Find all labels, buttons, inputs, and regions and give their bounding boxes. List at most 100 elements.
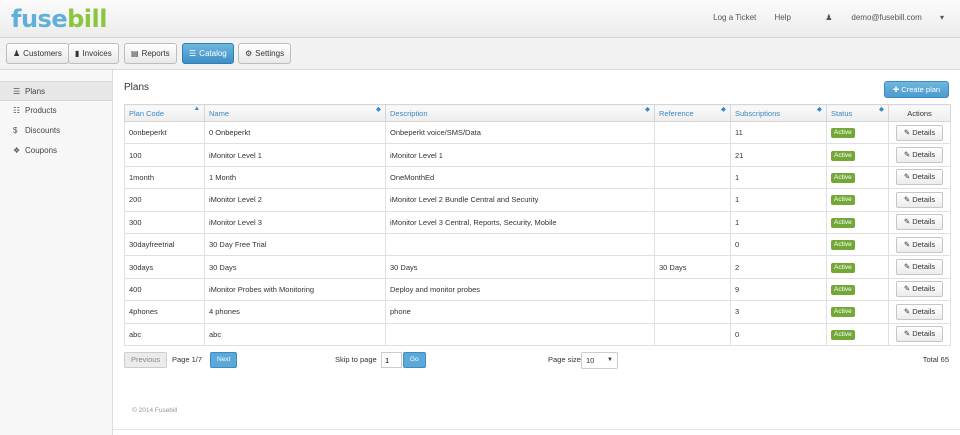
plan-name-cell: iMonitor Level 1 bbox=[204, 143, 386, 167]
user-menu[interactable]: ♟ demo@fusebill.com ▾ bbox=[809, 13, 944, 22]
fusebill-logo[interactable]: fusebill bbox=[11, 6, 107, 32]
chart-icon: ▤ bbox=[131, 49, 139, 58]
sidebar-item-plans[interactable]: ☰ Plans bbox=[0, 81, 112, 101]
user-icon: ♟ bbox=[13, 49, 21, 58]
plan-subscriptions-cell: 1 bbox=[730, 210, 827, 234]
details-button[interactable]: ✎ Details bbox=[895, 281, 944, 298]
nav-settings-button[interactable]: ⚙ Settings bbox=[238, 43, 292, 64]
plan-name-cell: iMonitor Probes with Monitoring bbox=[204, 277, 386, 302]
details-button[interactable]: ✎ Details bbox=[895, 236, 944, 253]
plan-status-cell: Active bbox=[826, 210, 889, 234]
table-row: 200 iMonitor Level 2 iMonitor Level 2 Bund… bbox=[124, 188, 951, 212]
page-size-select[interactable]: 10 ▼ bbox=[581, 352, 618, 369]
plan-status-cell: Active bbox=[826, 322, 889, 346]
details-button[interactable]: ✎ Details bbox=[895, 191, 944, 208]
plan-name-cell: abc bbox=[204, 322, 386, 346]
details-label: Details bbox=[912, 306, 936, 316]
plan-reference-cell bbox=[654, 120, 731, 145]
sort-icon: ◆ bbox=[721, 106, 726, 113]
plan-reference-cell bbox=[654, 143, 731, 167]
details-label: Details bbox=[912, 172, 936, 182]
edit-icon: ✎ bbox=[903, 262, 913, 272]
table-row: 300 iMonitor Level 3 iMonitor Level 3 Cent… bbox=[124, 210, 951, 234]
skip-to-page-label: Skip to page bbox=[335, 355, 377, 364]
table-row: 30days 30 Days 30 Days 30 Days 2 Active ✎ Deta… bbox=[124, 255, 951, 279]
status-badge: Active bbox=[831, 307, 855, 318]
caret-down-icon: ▾ bbox=[939, 13, 944, 22]
table-row: 400 iMonitor Probes with Monitoring Deploy… bbox=[124, 277, 951, 302]
plan-name-cell: iMonitor Level 2 bbox=[204, 188, 386, 212]
sidebar-item-discounts[interactable]: $ Discounts bbox=[0, 121, 112, 141]
table-header-row: Plan Code ▲ Name ◆ Description ◆ Reference ◆… bbox=[124, 104, 951, 122]
create-plan-button[interactable]: ✚ Create plan bbox=[884, 81, 949, 98]
plan-status-cell: Active bbox=[826, 165, 889, 190]
status-badge: Active bbox=[831, 240, 855, 251]
details-button[interactable]: ✎ Details bbox=[895, 303, 944, 320]
details-button[interactable]: ✎ Details bbox=[895, 259, 944, 276]
edit-icon: ✎ bbox=[903, 329, 913, 339]
details-button[interactable]: ✎ Details bbox=[895, 169, 944, 186]
plus-circle-icon: ✚ bbox=[892, 85, 900, 94]
list-icon: ☰ bbox=[189, 49, 197, 58]
log-ticket-link[interactable]: Log a Ticket bbox=[713, 13, 756, 22]
plan-actions-cell: ✎ Details bbox=[888, 120, 951, 145]
table-row: 100 iMonitor Level 1 iMonitor Level 1 21 Act… bbox=[124, 143, 951, 167]
file-icon: ▮ bbox=[75, 49, 80, 58]
status-badge: Active bbox=[831, 195, 855, 206]
plan-code-cell: 300 bbox=[124, 210, 205, 234]
table-row: 4phones 4 phones phone 3 Active ✎ Details bbox=[124, 300, 951, 324]
col-header-status[interactable]: Status ◆ bbox=[826, 104, 889, 122]
plan-description-cell: OneMonthEd bbox=[385, 165, 655, 190]
plan-subscriptions-cell: 21 bbox=[730, 143, 827, 167]
plan-status-cell: Active bbox=[826, 300, 889, 324]
nav-customers-button[interactable]: ♟ Customers bbox=[6, 43, 69, 64]
help-link[interactable]: Help bbox=[775, 13, 791, 22]
col-header-name[interactable]: Name ◆ bbox=[204, 104, 386, 122]
plan-name-cell: iMonitor Level 3 bbox=[204, 210, 386, 234]
details-button[interactable]: ✎ Details bbox=[895, 147, 944, 164]
details-button[interactable]: ✎ Details bbox=[895, 326, 944, 343]
edit-icon: ✎ bbox=[903, 194, 913, 204]
col-header-plan-code[interactable]: Plan Code ▲ bbox=[124, 104, 205, 122]
plan-code-cell: 30days bbox=[124, 255, 205, 279]
col-header-description[interactable]: Description ◆ bbox=[385, 104, 655, 122]
details-label: Details bbox=[912, 127, 936, 137]
col-header-reference[interactable]: Reference ◆ bbox=[654, 104, 731, 122]
plan-subscriptions-cell: 2 bbox=[730, 255, 827, 279]
plan-description-cell bbox=[385, 322, 655, 346]
plan-status-cell: Active bbox=[826, 277, 889, 302]
table-row: abc abc 0 Active ✎ Details bbox=[124, 322, 951, 346]
skip-to-page-input[interactable] bbox=[381, 352, 402, 368]
plan-description-cell: 30 Days bbox=[385, 255, 655, 279]
plan-name-cell: 1 Month bbox=[204, 165, 386, 190]
plan-reference-cell bbox=[654, 188, 731, 212]
plan-description-cell: iMonitor Level 1 bbox=[385, 143, 655, 167]
details-button[interactable]: ✎ Details bbox=[895, 214, 944, 231]
details-button[interactable]: ✎ Details bbox=[895, 124, 944, 141]
edit-icon: ✎ bbox=[903, 239, 913, 249]
skip-go-button[interactable]: Go bbox=[403, 352, 426, 368]
nav-invoices-button[interactable]: ▮ Invoices bbox=[68, 43, 119, 64]
previous-page-button[interactable]: Previous bbox=[124, 352, 168, 368]
plan-name-cell: 30 Days bbox=[204, 255, 386, 279]
gear-icon: ⚙ bbox=[245, 49, 253, 58]
plan-subscriptions-cell: 1 bbox=[730, 165, 827, 190]
sidebar-item-products[interactable]: ☷ Products bbox=[0, 101, 112, 121]
nav-reports-button[interactable]: ▤ Reports bbox=[124, 43, 177, 64]
page-size-value: 10 bbox=[586, 356, 595, 365]
status-badge: Active bbox=[831, 262, 855, 273]
page-size-label: Page size bbox=[548, 355, 581, 364]
status-badge: Active bbox=[831, 284, 855, 295]
plan-code-cell: 4phones bbox=[124, 300, 205, 324]
sort-asc-icon: ▲ bbox=[193, 105, 200, 112]
edit-icon: ✎ bbox=[903, 127, 913, 137]
nav-catalog-button[interactable]: ☰ Catalog bbox=[182, 43, 234, 64]
edit-icon: ✎ bbox=[903, 172, 913, 182]
plan-reference-cell: 30 Days bbox=[654, 255, 731, 279]
next-page-button[interactable]: Next bbox=[210, 352, 238, 368]
plan-description-cell: Deploy and monitor probes bbox=[385, 277, 655, 302]
details-label: Details bbox=[912, 284, 936, 294]
barcode-icon: ☷ bbox=[13, 106, 21, 115]
col-header-subscriptions[interactable]: Subscriptions ◆ bbox=[730, 104, 827, 122]
sidebar-item-coupons[interactable]: ❖ Coupons bbox=[0, 141, 112, 161]
